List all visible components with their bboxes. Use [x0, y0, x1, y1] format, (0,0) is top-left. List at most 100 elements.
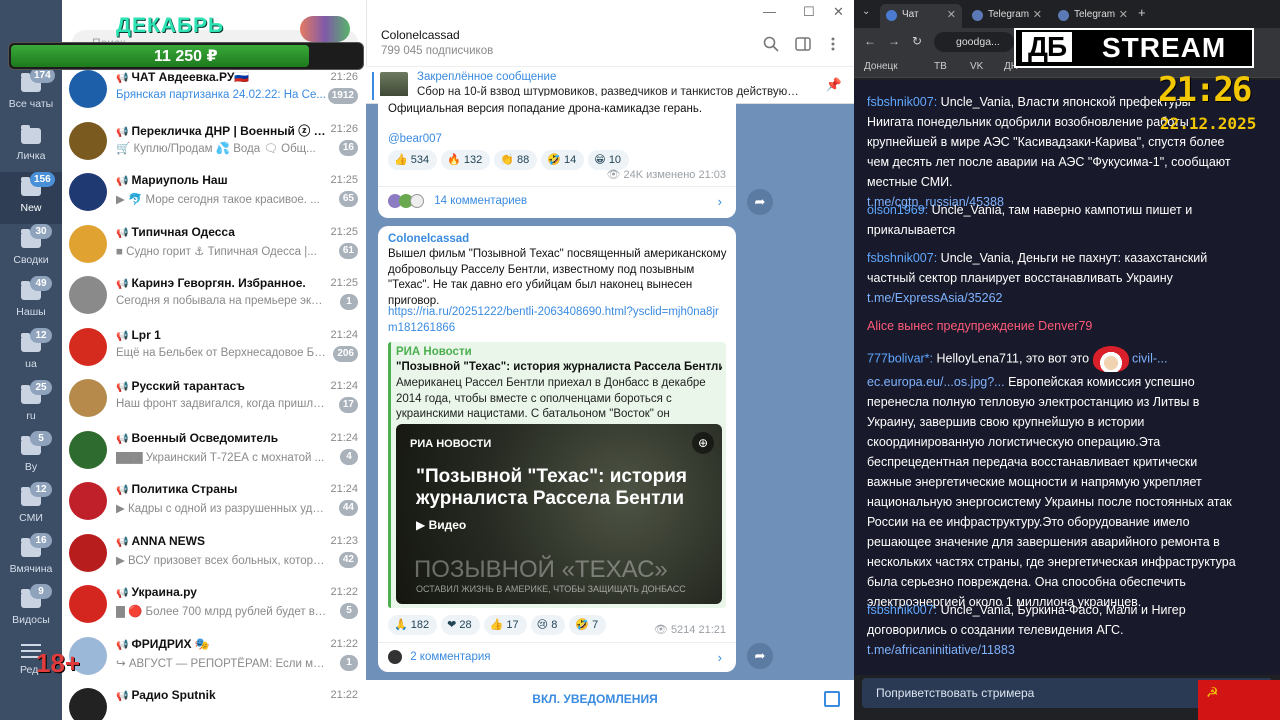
chat-list-item[interactable]: 📢 Русский тарантасъ 21:24 Наш фронт задвига…: [62, 373, 366, 425]
reaction-emoji: 🤣: [547, 154, 561, 166]
reaction-button[interactable]: 👏 88: [494, 150, 538, 170]
reaction-count: 8: [551, 619, 558, 631]
comments-link[interactable]: 14 комментариев: [388, 194, 527, 208]
folder-10[interactable]: 16 Вмячина: [0, 533, 62, 585]
donation-goal-widget: ДЕКАБРЬ 11 250 ₽: [8, 14, 364, 72]
minimize-icon[interactable]: —: [763, 4, 776, 19]
chat-message: fsbshnik007: Uncle_Vania, Власти японско…: [867, 92, 1237, 212]
folder-label: ru: [26, 410, 36, 422]
folder-11[interactable]: 9 Видосы: [0, 584, 62, 636]
chat-link[interactable]: t.me/ExpressAsia/35262: [867, 291, 1003, 305]
avatar: [69, 173, 107, 211]
zoom-icon[interactable]: ⊕: [692, 432, 714, 454]
forward-icon[interactable]: ➦: [747, 189, 773, 215]
reaction-button[interactable]: 👍 534: [388, 150, 438, 170]
tab-chat[interactable]: Чат ✕: [880, 4, 962, 28]
more-options-icon[interactable]: [825, 36, 841, 52]
folder-3[interactable]: 156 New: [0, 172, 62, 224]
back-icon[interactable]: ←: [864, 34, 876, 48]
chat-list-item[interactable]: 📢 Политика Страны 21:24 ▶ Кадры с одной из …: [62, 476, 366, 528]
moderation-notice: Alice вынес предупреждение Denver79: [867, 319, 1093, 333]
stream-clock: 21:26: [1158, 70, 1252, 110]
avatar: [69, 224, 107, 263]
tab-close-icon[interactable]: ✕: [1033, 4, 1042, 26]
chat-username[interactable]: fsbshnik007:: [867, 251, 937, 265]
chat-username[interactable]: fsbshnik007:: [867, 603, 937, 617]
bookmark-item[interactable]: ТВ: [934, 61, 947, 72]
chat-username[interactable]: 777bolivar*:: [867, 351, 933, 365]
preview-image[interactable]: РИА НОВОСТИ ⊕ "Позывной "Техас": история…: [396, 424, 722, 604]
sidebar-toggle-icon[interactable]: [795, 36, 811, 52]
reaction-emoji: 😁: [594, 154, 606, 166]
tab-close-icon[interactable]: ✕: [1119, 4, 1128, 26]
url-field[interactable]: goodga...: [934, 32, 1014, 52]
folder-label: Вмячина: [9, 563, 53, 575]
tab-telegram[interactable]: Telegram ✕: [966, 4, 1048, 28]
chat-preview: ▶ 🐬 Море сегодня такое красивое. ...: [116, 194, 320, 206]
folder-8[interactable]: 5 By: [0, 431, 62, 483]
folder-badge: 16: [30, 533, 52, 548]
post-link[interactable]: https://ria.ru/20251222/bentli-206340869…: [388, 305, 728, 336]
pin-list-icon[interactable]: 📌: [826, 77, 842, 93]
comments-count: 14 комментариев: [434, 195, 528, 208]
bookmark-item[interactable]: Донецк: [864, 61, 898, 72]
chat-preview: ■ Судно горит ⚓ Типичная Одесса |...: [116, 245, 317, 258]
chat-preview: ↪ АВГУСТ — РЕПОРТЁРАМ: Если мол...: [116, 657, 328, 670]
folder-2[interactable]: Личка: [0, 120, 62, 172]
chat-link[interactable]: t.me/africaninitiative/11883: [867, 643, 1015, 657]
channel-title[interactable]: Colonelcassad: [381, 28, 460, 42]
post-author[interactable]: Colonelcassad: [388, 232, 728, 248]
unread-badge: 1: [340, 294, 358, 310]
forward-nav-icon[interactable]: →: [888, 34, 900, 48]
chevron-right-icon[interactable]: ›: [718, 194, 722, 209]
reaction-button[interactable]: 😢 8: [530, 615, 566, 635]
forward-icon[interactable]: ➦: [747, 643, 773, 669]
gift-icon[interactable]: [824, 691, 840, 707]
tab-search-icon[interactable]: ⌄: [862, 6, 870, 17]
reaction-button[interactable]: 🙏 182: [388, 615, 438, 635]
chat-list-item[interactable]: 📢 ANNA NEWS 21:23 ▶ ВСУ призовет всех больн…: [62, 528, 366, 580]
comments-link[interactable]: 2 комментария: [388, 650, 491, 664]
chat-name: 📢 ANNA NEWS: [116, 533, 206, 548]
tab-telegram[interactable]: Telegram ✕: [1052, 4, 1134, 28]
new-tab-icon[interactable]: +: [1138, 5, 1146, 20]
reaction-button[interactable]: 😁 10: [588, 150, 630, 170]
channel-icon: 📢: [116, 330, 129, 342]
link-preview[interactable]: РИА Новости "Позывной "Техас": история ж…: [388, 342, 726, 608]
reload-icon[interactable]: ↻: [912, 34, 922, 48]
chat-list-item[interactable]: 📢 Перекличка ДНР | Военный ⓩ До... 21:26 🛒 …: [62, 116, 366, 168]
chat-list-item[interactable]: 📢 Lpr 1 21:24 Ещё на Бельбек от Верхнесадов…: [62, 322, 366, 374]
chat-list-item[interactable]: 📢 Военный Осведомитель 21:24 ▇▇▇ Украинский…: [62, 425, 366, 477]
reaction-button[interactable]: 🤣 14: [541, 150, 585, 170]
chat-list-item[interactable]: 📢 Радио Sputnik 21:22: [62, 682, 366, 720]
search-icon[interactable]: [763, 36, 779, 52]
folder-5[interactable]: 49 Нашы: [0, 276, 62, 328]
tab-close-icon[interactable]: ✕: [947, 4, 956, 26]
folder-6[interactable]: 12 ua: [0, 328, 62, 380]
reaction-button[interactable]: 🤣 7: [569, 615, 607, 635]
close-icon[interactable]: ✕: [833, 4, 844, 20]
maximize-icon[interactable]: ☐: [803, 4, 815, 20]
reaction-button[interactable]: ❤ 28: [441, 615, 480, 635]
chevron-right-icon[interactable]: ›: [718, 650, 722, 665]
folder-4[interactable]: 30 Сводки: [0, 224, 62, 276]
chat-list-item[interactable]: 📢 Мариуполь Наш 21:25 ▶ 🐬 Море сегодня тако…: [62, 167, 366, 219]
folder-1[interactable]: 174 Все чаты: [0, 68, 62, 120]
image-caption-small: ОСТАВИЛ ЖИЗНЬ В АМЕРИКЕ, ЧТОБЫ ЗАЩИЩАТЬ …: [416, 584, 686, 594]
reaction-count: 10: [608, 154, 622, 166]
chat-list-item[interactable]: 📢 Типичная Одесса 21:25 ■ Судно горит ⚓ Тип…: [62, 219, 366, 271]
post-signature-link[interactable]: @bear007: [388, 132, 728, 148]
chat-username[interactable]: olson1969:: [867, 203, 928, 217]
reaction-button[interactable]: 🔥 132: [441, 150, 491, 170]
reaction-button[interactable]: 👍 17: [483, 615, 527, 635]
bookmark-item[interactable]: VK: [970, 61, 983, 72]
chat-list-item[interactable]: 📢 Каринэ Геворгян. Избранное. 21:25 Сегодня…: [62, 270, 366, 322]
chat-username[interactable]: fsbshnik007:: [867, 95, 937, 109]
enable-notifications-button[interactable]: ВКЛ. УВЕДОМЛЕНИЯ: [366, 692, 824, 706]
chat-list-item[interactable]: 📢 ФРИДРИХ 🎭 21:22 ↪ АВГУСТ — РЕПОРТЁРАМ: Ес…: [62, 631, 366, 683]
chat-list-item[interactable]: 📢 Украина.ру 21:22 ▇ 🔴 Более 700 млрд рубле…: [62, 579, 366, 631]
channel-icon: 📢: [116, 433, 129, 445]
soviet-flag: ☭: [1198, 680, 1280, 720]
folder-9[interactable]: 12 СМИ: [0, 482, 62, 534]
folder-7[interactable]: 25 ru: [0, 380, 62, 432]
